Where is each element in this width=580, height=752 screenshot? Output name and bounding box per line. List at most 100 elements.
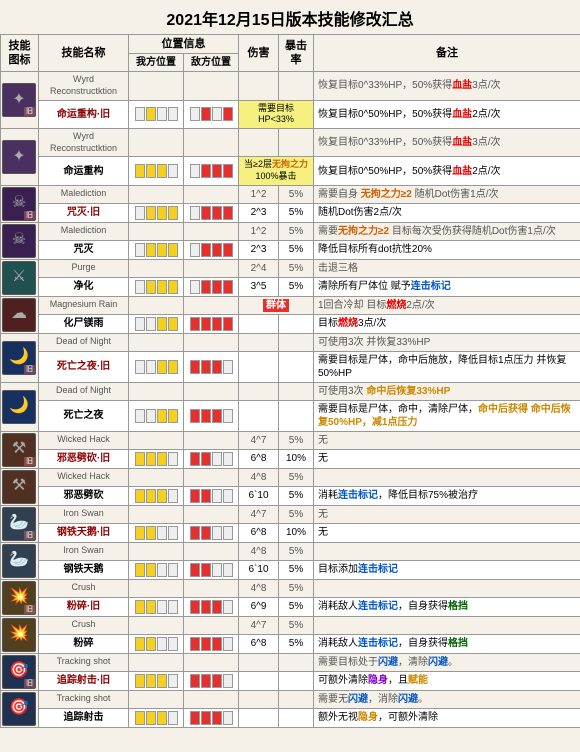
enemy-position [184,653,239,671]
skill-name: Wyrd Reconstructktion [39,129,129,157]
damage: 4^8 [239,542,279,560]
header-crit: 暴击率 [279,35,314,72]
crit-rate [279,382,314,400]
skill-name: Wicked Hack [39,431,129,449]
damage: 6^8 [239,634,279,653]
crit-rate: 5% [279,185,314,203]
damage: 6`10 [239,560,279,579]
skill-name: Purge [39,259,129,277]
damage: 4^7 [239,431,279,449]
table-row: ✦Wyrd Reconstructktion恢复目标0^33%HP，50%获得血… [1,129,580,157]
note: 恢复目标0^33%HP，50%获得血盐3点/次 [314,129,580,157]
damage: 4^8 [239,579,279,597]
skill-name: Tracking shot [39,653,129,671]
damage: 2^3 [239,240,279,259]
table-row: 🦢Iron Swan4^85% [1,542,580,560]
my-position [129,523,184,542]
header-position: 位置信息 [129,35,239,54]
enemy-position [184,382,239,400]
skill-name: 邪恶劈砍 [39,486,129,505]
skill-name: 化尸镁雨 [39,314,129,333]
skill-name: 追踪射击·旧 [39,671,129,690]
table-row: ☠Malediction1^25%需要无拘之力≥2 目标每次受伤获得随机Dot伤… [1,222,580,240]
skill-name: 死亡之夜 [39,400,129,431]
skill-name: Malediction [39,185,129,203]
enemy-position [184,203,239,222]
crit-rate [279,400,314,431]
table-row: 追踪射击·旧可额外清除隐身，且赋能 [1,671,580,690]
my-position [129,333,184,351]
enemy-position [184,222,239,240]
enemy-position [184,185,239,203]
enemy-position [184,634,239,653]
skill-name: Crush [39,616,129,634]
note: 随机Dot伤害2点/次 [314,203,580,222]
skill-icon-cell: ✦ [1,129,39,186]
crit-rate [279,129,314,157]
my-position [129,277,184,296]
skill-name: 咒灭·旧 [39,203,129,222]
note: 需要无闪避，消除闪避。 [314,690,580,708]
my-position [129,597,184,616]
header-damage: 伤害 [239,35,279,72]
damage: 4^7 [239,616,279,634]
skill-icon-cell: ☠ [1,222,39,259]
enemy-position [184,690,239,708]
my-position [129,129,184,157]
enemy-position [184,277,239,296]
table-row: 旧✦Wyrd Reconstructktion恢复目标0^33%HP，50%获得… [1,72,580,100]
damage: 6^9 [239,597,279,616]
damage: 需要目标HP<33% [239,100,314,128]
my-position [129,634,184,653]
skill-icon-cell: ⚒ [1,468,39,505]
crit-rate: 5% [279,616,314,634]
note: 清除所有尸体位 赋予连击标记 [314,277,580,296]
table-row: 化尸镁雨 目标燃烧3点/次 [1,314,580,333]
note: 可使用3次 命中后恢复33%HP [314,382,580,400]
skill-name: 邪恶劈砍·旧 [39,449,129,468]
my-position [129,542,184,560]
my-position [129,382,184,400]
damage: 4^8 [239,468,279,486]
crit-rate [279,671,314,690]
my-position [129,708,184,727]
crit-rate [279,708,314,727]
enemy-position [184,597,239,616]
crit-rate: 5% [279,468,314,486]
enemy-position [184,449,239,468]
note: 目标燃烧3点/次 [314,314,580,333]
header-note: 备注 [314,35,580,72]
table-row: ⚔Purge2^45%击退三格 [1,259,580,277]
note: 需要自身 无拘之力≥2 随机Dot伤害1点/次 [314,185,580,203]
enemy-position [184,671,239,690]
table-row: 邪恶劈砍·旧6^810%无 [1,449,580,468]
skill-name: Magnesium Rain [39,296,129,314]
damage: 当≥2层无拘之力100%暴击 [239,157,314,185]
skill-icon-cell: 🌙 [1,382,39,431]
note: 需要目标是尸体，命中，清除尸体，命中后获得 命中后恢复50%HP，减1点压力 [314,400,580,431]
table-row: 咒灭·旧2^35%随机Dot伤害2点/次 [1,203,580,222]
note: 额外无视隐身，可额外清除 [314,708,580,727]
my-position [129,203,184,222]
table-row: 钢铁天鹅·旧6^810%无 [1,523,580,542]
note: 恢复目标0^50%HP，50%获得血盐2点/次 [314,100,580,128]
table-row: 旧💥Crush4^85% [1,579,580,597]
enemy-position [184,72,239,100]
my-position [129,653,184,671]
damage: 1^2 [239,222,279,240]
crit-rate: 5% [279,579,314,597]
skill-icon-cell: 旧☠ [1,185,39,222]
enemy-position [184,129,239,157]
skill-icon-cell: ☁ [1,296,39,333]
skill-icon-cell: 旧💥 [1,579,39,616]
note: 需要无拘之力≥2 目标每次受伤获得随机Dot伤害1点/次 [314,222,580,240]
note: 目标添加连击标记 [314,560,580,579]
note: 无 [314,523,580,542]
crit-rate: 5% [279,431,314,449]
crit-rate: 5% [279,542,314,560]
table-row: 粉碎6^85%消耗敌人连击标记，自身获得格挡 [1,634,580,653]
crit-rate [279,653,314,671]
note: 消耗敌人连击标记，自身获得格挡 [314,634,580,653]
table-row: 🎯Tracking shot需要无闪避，消除闪避。 [1,690,580,708]
table-row: 净化3^55%清除所有尸体位 赋予连击标记 [1,277,580,296]
